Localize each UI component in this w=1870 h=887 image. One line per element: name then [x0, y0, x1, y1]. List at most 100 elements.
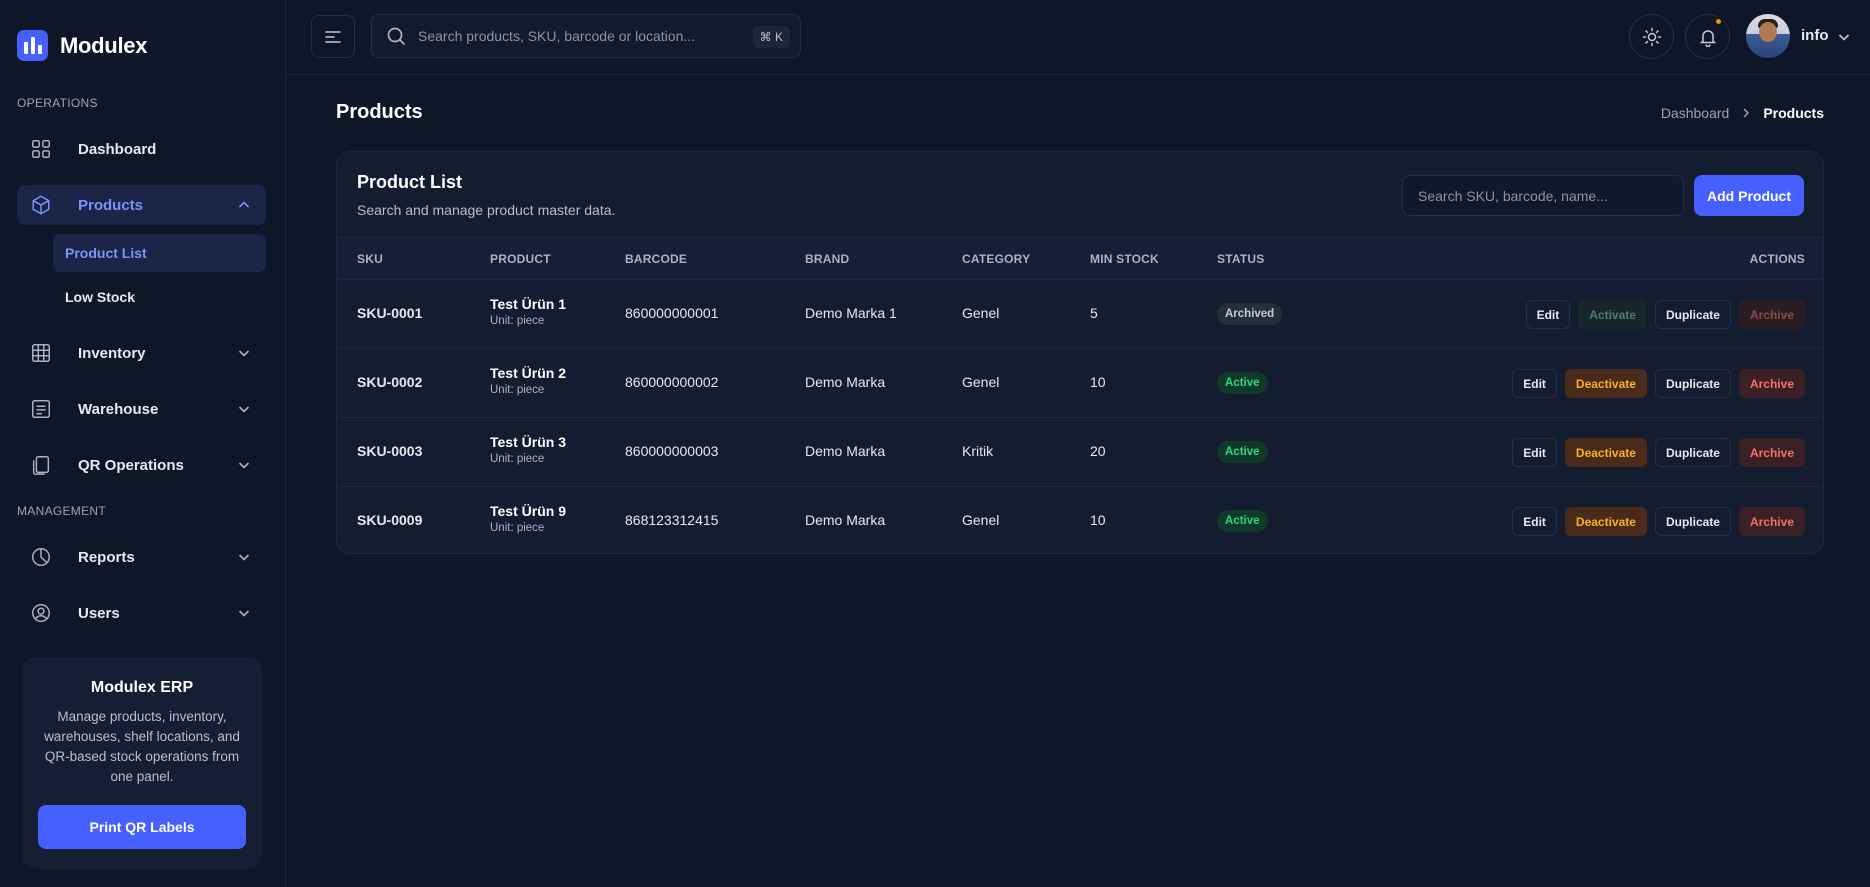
edit-button[interactable]: Edit	[1512, 438, 1557, 467]
product-unit: Unit: piece	[490, 315, 545, 327]
sidebar-item-label: Inventory	[78, 344, 146, 362]
cell-barcode: 860000000003	[625, 443, 719, 459]
cell-category: Genel	[962, 512, 1000, 528]
menu-icon	[325, 30, 341, 43]
sidebar: Modulex OPERATIONS Dashboard Products Pr…	[0, 0, 286, 887]
sidebar-item-dashboard[interactable]: Dashboard	[17, 129, 266, 169]
notifications-button[interactable]	[1685, 14, 1730, 59]
sidebar-item-label: Users	[78, 604, 120, 622]
product-name: Test Ürün 2	[490, 365, 566, 381]
status-badge: Active	[1217, 372, 1268, 394]
cell-brand: Demo Marka	[805, 512, 886, 528]
archive-button[interactable]: Archive	[1738, 300, 1805, 329]
sidebar-item-products[interactable]: Products	[17, 185, 266, 225]
global-search-input[interactable]	[418, 28, 748, 44]
cell-min-stock: 10	[1090, 512, 1106, 528]
deactivate-button[interactable]: Deactivate	[1564, 369, 1647, 398]
notification-dot	[1714, 17, 1723, 26]
cell-product: Test Ürün 2 Unit: piece	[490, 365, 566, 396]
print-qr-labels-button[interactable]: Print QR Labels	[38, 805, 246, 849]
cell-brand: Demo Marka	[805, 443, 886, 459]
product-list-card: Product List Search and manage product m…	[336, 151, 1824, 554]
product-unit: Unit: piece	[490, 384, 545, 396]
archive-button[interactable]: Archive	[1738, 369, 1805, 398]
add-product-button[interactable]: Add Product	[1694, 175, 1804, 216]
section-label-management: MANAGEMENT	[17, 504, 107, 518]
table-row: SKU-0002 Test Ürün 2 Unit: piece 8600000…	[337, 349, 1823, 418]
row-actions: Edit Activate Duplicate Archive	[1525, 300, 1805, 329]
sidebar-item-label: Reports	[78, 548, 135, 566]
chevron-down-icon[interactable]	[1836, 29, 1852, 45]
chevron-right-icon	[1743, 108, 1750, 118]
cell-sku: SKU-0003	[357, 443, 423, 459]
table-row: SKU-0001 Test Ürün 1 Unit: piece 8600000…	[337, 280, 1823, 349]
column-header-brand: BRAND	[805, 252, 850, 266]
brand-name: Modulex	[60, 32, 148, 58]
sidebar-item-label: Dashboard	[78, 140, 157, 158]
status-badge: Active	[1217, 441, 1268, 463]
breadcrumb-current: Products	[1763, 105, 1824, 121]
sidebar-item-label: Warehouse	[78, 400, 159, 418]
sidebar-subitem-product-list[interactable]: Product List	[53, 234, 266, 272]
cell-barcode: 860000000002	[625, 374, 719, 390]
deactivate-button[interactable]: Deactivate	[1564, 507, 1647, 536]
deactivate-button[interactable]: Deactivate	[1564, 438, 1647, 467]
column-header-min-stock: MIN STOCK	[1090, 252, 1159, 266]
promo-title: Modulex ERP	[90, 679, 194, 696]
bell-icon	[1699, 29, 1716, 47]
row-actions: Edit Deactivate Duplicate Archive	[1512, 438, 1805, 467]
promo-card: Modulex ERP Manage products, inventory, …	[22, 657, 262, 869]
cell-min-stock: 20	[1090, 443, 1106, 459]
sidebar-item-warehouse[interactable]: Warehouse	[17, 389, 266, 429]
cell-barcode: 860000000001	[625, 305, 719, 321]
sidebar-item-inventory[interactable]: Inventory	[17, 333, 266, 373]
chevron-up-icon	[238, 201, 250, 208]
chevron-down-icon	[238, 406, 250, 413]
table-row: SKU-0003 Test Ürün 3 Unit: piece 8600000…	[337, 418, 1823, 487]
chevron-down-icon	[238, 462, 250, 469]
cell-min-stock: 10	[1090, 374, 1106, 390]
edit-button[interactable]: Edit	[1512, 507, 1557, 536]
edit-button[interactable]: Edit	[1525, 300, 1571, 329]
brand[interactable]: Modulex	[17, 30, 147, 61]
product-unit: Unit: piece	[490, 522, 545, 534]
table-header: SKU PRODUCT BARCODE BRAND CATEGORY MIN S…	[337, 237, 1823, 280]
archive-button[interactable]: Archive	[1738, 507, 1805, 536]
cell-sku: SKU-0002	[357, 374, 423, 390]
table-icon	[30, 342, 52, 364]
user-circle-icon	[30, 602, 52, 624]
activate-button[interactable]: Activate	[1578, 300, 1647, 329]
status-badge: Active	[1217, 510, 1268, 532]
archive-button[interactable]: Archive	[1738, 438, 1805, 467]
sidebar-item-users[interactable]: Users	[17, 593, 266, 633]
sidebar-item-label: QR Operations	[78, 456, 184, 474]
global-search[interactable]: ⌘ K	[371, 14, 801, 58]
user-name[interactable]: info	[1801, 27, 1829, 44]
sidebar-subitem-low-stock[interactable]: Low Stock	[53, 278, 266, 316]
duplicate-button[interactable]: Duplicate	[1654, 369, 1731, 398]
theme-toggle-button[interactable]	[1629, 14, 1674, 59]
edit-button[interactable]: Edit	[1512, 369, 1557, 398]
sidebar-toggle-button[interactable]	[311, 15, 355, 58]
duplicate-button[interactable]: Duplicate	[1654, 300, 1731, 329]
sun-icon	[1642, 27, 1661, 46]
breadcrumb-dashboard[interactable]: Dashboard	[1661, 105, 1730, 121]
column-header-status: STATUS	[1217, 252, 1265, 266]
chevron-down-icon	[238, 610, 250, 617]
cell-category: Kritik	[962, 443, 994, 459]
copy-icon	[30, 454, 52, 476]
sidebar-item-reports[interactable]: Reports	[17, 537, 266, 577]
duplicate-button[interactable]: Duplicate	[1654, 507, 1731, 536]
grid-icon	[30, 138, 52, 160]
duplicate-button[interactable]: Duplicate	[1654, 438, 1731, 467]
search-icon	[387, 27, 405, 45]
cell-category: Genel	[962, 374, 1000, 390]
cell-barcode: 868123312415	[625, 512, 719, 528]
avatar[interactable]	[1746, 14, 1790, 58]
sidebar-item-qr-operations[interactable]: QR Operations	[17, 445, 266, 485]
row-actions: Edit Deactivate Duplicate Archive	[1512, 507, 1805, 536]
cell-brand: Demo Marka	[805, 374, 886, 390]
product-search-input[interactable]	[1402, 175, 1684, 216]
breadcrumb: Dashboard Products	[1661, 105, 1824, 121]
section-label-operations: OPERATIONS	[17, 96, 98, 110]
